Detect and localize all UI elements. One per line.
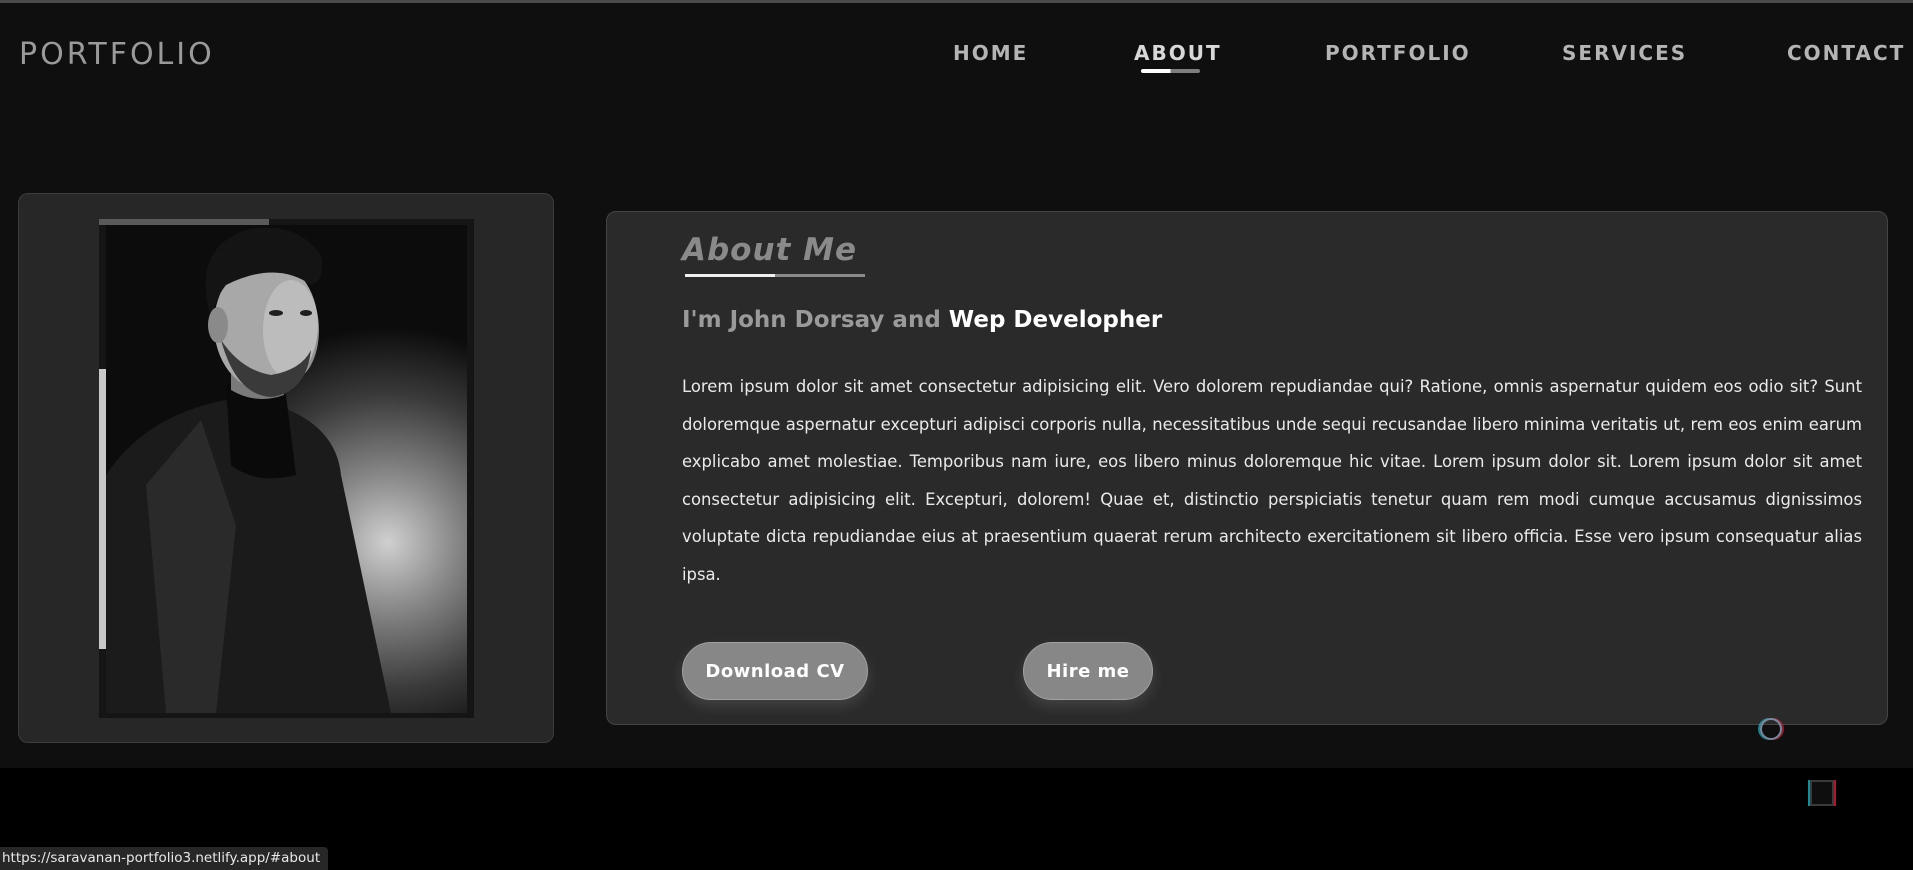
status-bar-url: https://saravanan-portfolio3.netlify.app… <box>0 847 329 870</box>
cursor-ring-icon <box>1760 718 1782 740</box>
download-cv-button[interactable]: Download CV <box>682 642 868 700</box>
about-body-text: Lorem ipsum dolor sit amet consectetur a… <box>682 377 1862 584</box>
nav-contact[interactable]: CONTACT <box>1787 41 1905 65</box>
about-subtitle: I'm John Dorsay and Wep Developher <box>682 307 1162 333</box>
frame-accent-left <box>99 369 106 649</box>
profile-photo-card <box>18 193 554 743</box>
about-title-underline <box>685 274 865 277</box>
about-intro: I'm John Dorsay and <box>682 307 949 333</box>
about-role: Wep Developher <box>948 307 1163 333</box>
floating-cube-icon <box>1810 780 1834 806</box>
hire-me-button[interactable]: Hire me <box>1023 642 1153 700</box>
portrait-illustration <box>106 227 391 713</box>
page: PORTFOLIO HOME ABOUT PORTFOLIO SERVICES … <box>0 3 1913 768</box>
nav-about[interactable]: ABOUT <box>1134 41 1222 65</box>
photo-frame <box>99 219 474 718</box>
nav-portfolio[interactable]: PORTFOLIO <box>1325 41 1471 65</box>
about-card: About Me I'm John Dorsay and Wep Develop… <box>606 211 1888 725</box>
about-title: About Me <box>682 232 858 268</box>
nav-services[interactable]: SERVICES <box>1562 41 1687 65</box>
main-nav: HOME ABOUT PORTFOLIO SERVICES CONTACT <box>0 41 1913 81</box>
profile-photo <box>106 225 467 713</box>
nav-home[interactable]: HOME <box>953 41 1028 65</box>
active-nav-indicator <box>1141 69 1200 73</box>
